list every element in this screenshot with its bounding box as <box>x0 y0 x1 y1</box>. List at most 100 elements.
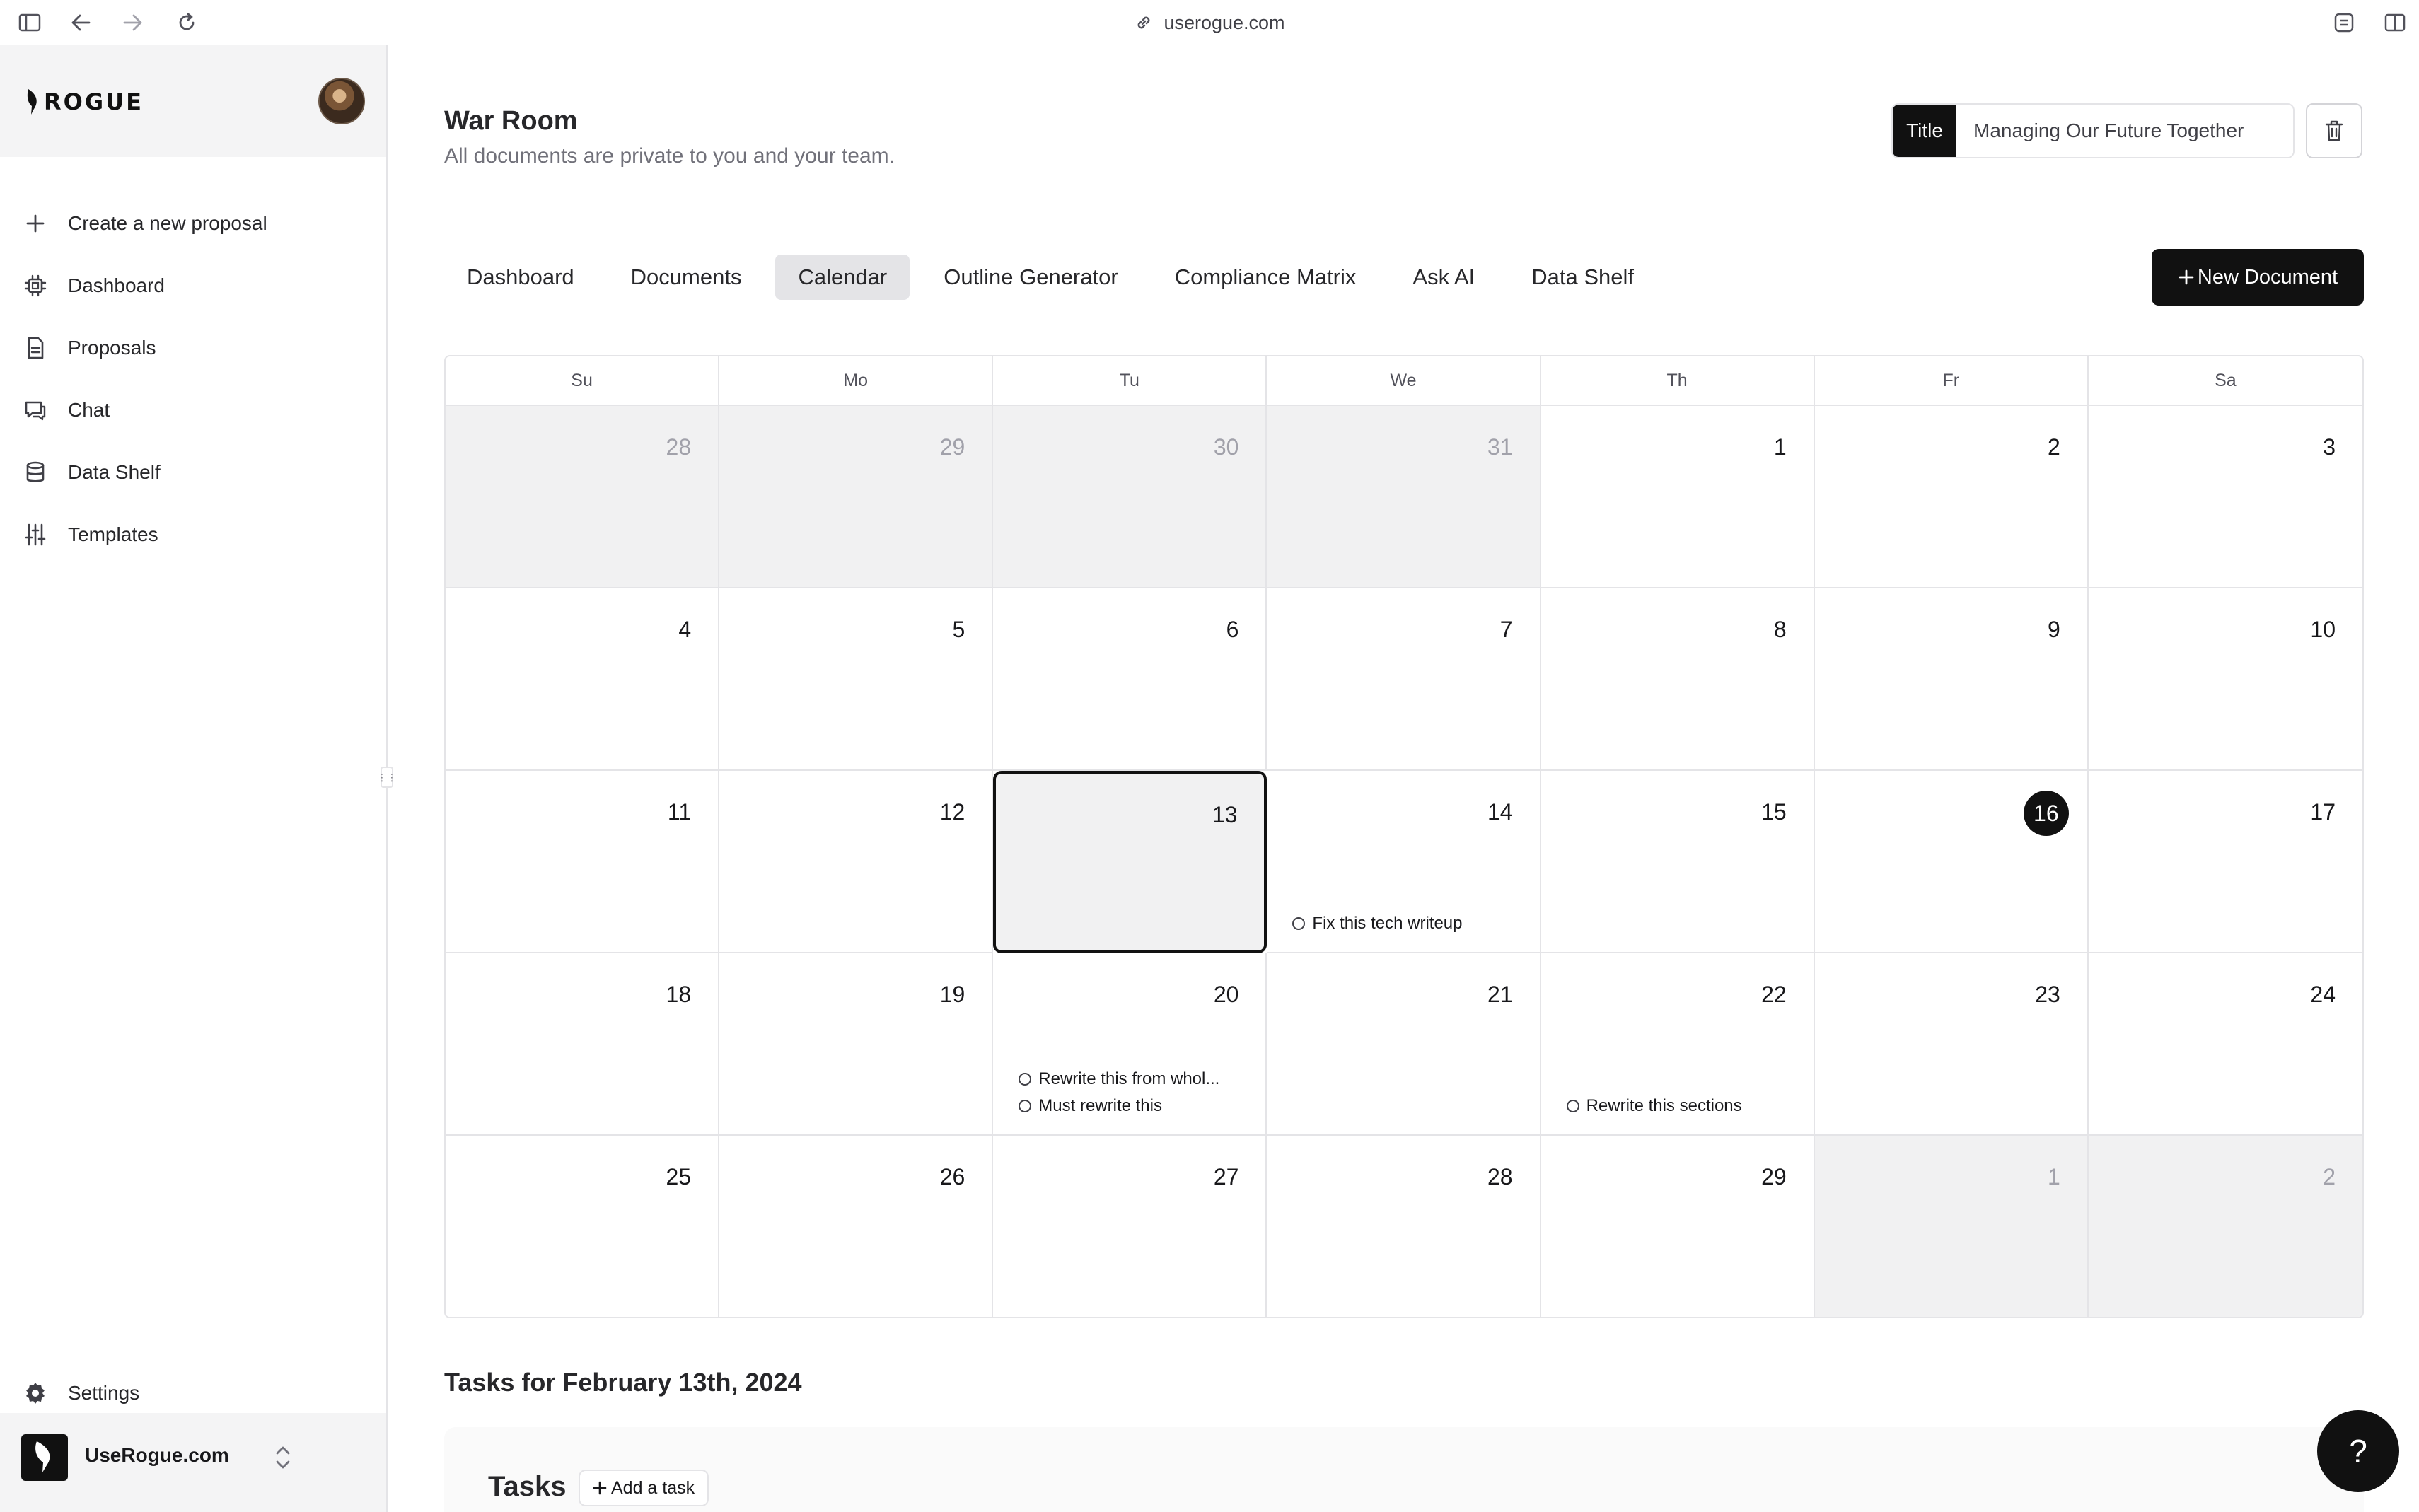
calendar-day-cell[interactable]: 1 <box>1814 1136 2089 1317</box>
calendar-day-cell[interactable]: 4 <box>446 588 720 771</box>
task-status-circle-icon[interactable] <box>1019 1100 1032 1112</box>
calendar-day-cell[interactable]: 3 <box>2088 406 2362 588</box>
calendar-day-cell[interactable]: 16 <box>1814 771 2089 953</box>
task-item[interactable]: Fix this tech writeup <box>1292 914 1529 934</box>
delete-button[interactable] <box>2306 103 2362 158</box>
day-number: 15 <box>1761 799 1787 825</box>
calendar-weekday-header: Su Mo Tu We Th Fr Sa <box>446 356 2362 406</box>
calendar-day-cell[interactable]: 1 <box>1541 406 1815 588</box>
day-number: 12 <box>939 799 965 825</box>
new-document-button[interactable]: New Document <box>2152 249 2364 306</box>
tab-calendar[interactable]: Calendar <box>775 255 910 300</box>
calendar-day-cell[interactable]: 23 <box>1814 953 2089 1136</box>
calendar-day-cell[interactable]: 8 <box>1541 588 1815 771</box>
calendar-day-cell[interactable]: 19 <box>719 953 994 1136</box>
calendar-day-cell[interactable]: 31 <box>1267 406 1541 588</box>
calendar-day-cell[interactable]: 25 <box>446 1136 720 1317</box>
sidebar-item-label: Chat <box>68 399 110 421</box>
weekday-label: We <box>1267 356 1541 405</box>
calendar-day-cell[interactable]: 11 <box>446 771 720 953</box>
day-number: 17 <box>2310 799 2336 825</box>
calendar-day-cell[interactable]: 10 <box>2088 588 2362 771</box>
day-number: 2 <box>2048 434 2060 460</box>
tab-documents[interactable]: Documents <box>608 255 765 300</box>
org-name: UseRogue.com <box>85 1444 229 1466</box>
weekday-label: Sa <box>2215 370 2237 390</box>
sidebar-item-dashboard[interactable]: Dashboard <box>0 255 386 317</box>
calendar-day-cell[interactable]: 5 <box>719 588 994 771</box>
calendar-day-cell[interactable]: 28 <box>1267 1136 1541 1317</box>
tab-bar: Dashboard Documents Calendar Outline Gen… <box>444 255 1668 300</box>
add-task-button[interactable]: Add a task <box>579 1470 709 1506</box>
day-number: 31 <box>1487 434 1513 460</box>
sidebar-item-create-proposal[interactable]: Create a new proposal <box>0 192 386 255</box>
logo-text: ROGUE <box>44 88 144 115</box>
calendar-day-cell[interactable]: 15 <box>1541 771 1815 953</box>
day-number: 21 <box>1487 982 1513 1007</box>
day-number: 18 <box>666 982 692 1007</box>
chevron-up-down-icon[interactable] <box>270 1441 296 1474</box>
title-field-label: Title <box>1893 105 1956 157</box>
calendar-day-cell[interactable]: 26 <box>719 1136 994 1317</box>
calendar-day-cell[interactable]: 20 Rewrite this from whol... Must rewrite … <box>993 953 1267 1136</box>
calendar-day-cell[interactable]: 18 <box>446 953 720 1136</box>
task-status-circle-icon[interactable] <box>1566 1100 1579 1112</box>
day-number: 13 <box>1212 802 1238 827</box>
task-status-circle-icon[interactable] <box>1292 917 1306 930</box>
tab-compliance-matrix[interactable]: Compliance Matrix <box>1152 255 1379 300</box>
calendar-day-cell[interactable]: 2 <box>2088 1136 2362 1317</box>
title-input[interactable] <box>1956 105 2293 157</box>
task-status-circle-icon[interactable] <box>1019 1073 1032 1086</box>
chip-icon <box>24 274 47 297</box>
brand-header: ROGUE <box>0 45 386 157</box>
day-number: 4 <box>678 617 692 642</box>
day-number: 8 <box>1773 617 1787 642</box>
calendar-day-cell[interactable]: 7 <box>1267 588 1541 771</box>
weekday-label: Mo <box>719 356 994 405</box>
sidebar-item-data-shelf[interactable]: Data Shelf <box>0 441 386 504</box>
calendar-day-cell[interactable]: 24 <box>2088 953 2362 1136</box>
tab-outline-generator[interactable]: Outline Generator <box>921 255 1140 300</box>
sidebar-item-chat[interactable]: Chat <box>0 379 386 441</box>
calendar-day-cell[interactable]: 12 <box>719 771 994 953</box>
sidebar-item-label: Create a new proposal <box>68 212 267 234</box>
extension-icon[interactable] <box>2331 10 2357 35</box>
address-bar[interactable]: userogue.com <box>0 0 2419 45</box>
new-document-label: New Document <box>2197 265 2338 289</box>
calendar-day-cell[interactable]: 13 <box>993 771 1267 953</box>
calendar-day-cell[interactable]: 21 <box>1267 953 1541 1136</box>
task-item[interactable]: Rewrite this sections <box>1566 1096 1804 1116</box>
sidebar-item-label: Proposals <box>68 337 156 359</box>
database-icon <box>26 461 45 482</box>
sidebar-item-proposals[interactable]: Proposals <box>0 317 386 379</box>
calendar-day-cell[interactable]: 2 <box>1814 406 2089 588</box>
tab-ask-ai[interactable]: Ask AI <box>1390 255 1497 300</box>
org-switcher[interactable]: UseRogue.com <box>0 1413 386 1512</box>
calendar-day-cell[interactable]: 9 <box>1814 588 2089 771</box>
calendar-day-cell[interactable]: 27 <box>993 1136 1267 1317</box>
rogue-logo[interactable]: ROGUE <box>25 86 144 117</box>
task-item[interactable]: Must rewrite this <box>1019 1096 1255 1116</box>
calendar-day-cell[interactable]: 6 <box>993 588 1267 771</box>
sidebar-item-label: Data Shelf <box>68 461 161 483</box>
calendar-day-cell[interactable]: 29 <box>719 406 994 588</box>
help-button[interactable]: ? <box>2317 1410 2399 1492</box>
tab-dashboard[interactable]: Dashboard <box>444 255 597 300</box>
page-subtitle: All documents are private to you and you… <box>444 144 895 168</box>
tab-data-shelf[interactable]: Data Shelf <box>1509 255 1657 300</box>
sidebar-item-label: Templates <box>68 523 158 545</box>
split-view-icon[interactable] <box>2382 10 2408 35</box>
cell-task-list: Rewrite this sections <box>1566 1096 1804 1116</box>
calendar-day-cell[interactable]: 17 <box>2088 771 2362 953</box>
calendar-day-cell[interactable]: 14 Fix this tech writeup <box>1267 771 1541 953</box>
avatar[interactable] <box>318 78 365 124</box>
task-item[interactable]: Rewrite this from whol... <box>1019 1069 1255 1089</box>
settings-label: Settings <box>68 1382 140 1404</box>
day-number: 29 <box>939 434 965 460</box>
calendar-day-cell[interactable]: 28 <box>446 406 720 588</box>
sidebar-item-templates[interactable]: Templates <box>0 504 386 566</box>
calendar-day-cell[interactable]: 29 <box>1541 1136 1815 1317</box>
calendar-day-cell[interactable]: 22 Rewrite this sections <box>1541 953 1815 1136</box>
calendar: Su Mo Tu We Th Fr Sa 28 29 30 31 1 2 3 4 5 6 7 8 9 10… <box>444 355 2364 1318</box>
calendar-day-cell[interactable]: 30 <box>993 406 1267 588</box>
